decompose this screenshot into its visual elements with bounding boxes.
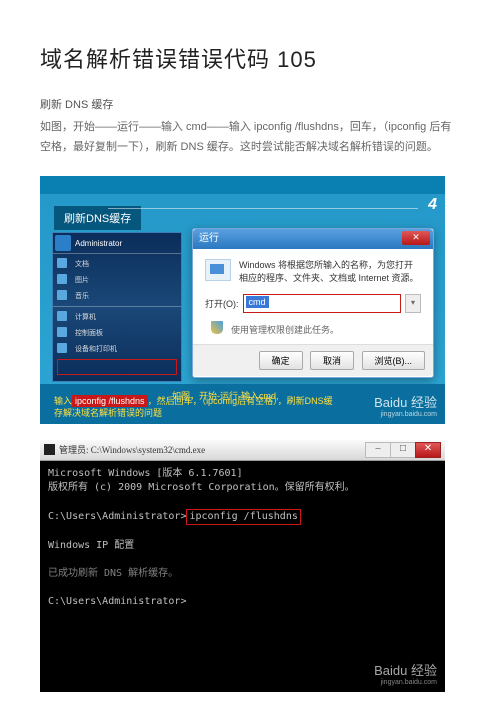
terminal-output: Microsoft Windows [版本 6.1.7601] 版权所有 (c)… <box>40 461 445 615</box>
dropdown-icon[interactable]: ▾ <box>405 294 421 313</box>
folder-icon <box>57 290 67 300</box>
folder-icon <box>57 274 67 284</box>
start-menu: Administrator 文档 图片 音乐 计算机 控制面板 设备和打印机 <box>52 232 182 382</box>
browse-button[interactable]: 浏览(B)... <box>362 351 426 370</box>
figure-caption-2: 输入ipconfig /flushdns，然后回车，（ipconfig后有空格）… <box>54 396 335 419</box>
start-menu-item: 文档 <box>53 256 181 272</box>
start-menu-item: 图片 <box>53 272 181 288</box>
close-button[interactable]: ✕ <box>402 231 430 245</box>
shield-icon <box>211 321 223 334</box>
cmd-highlight: ipconfig /flushdns <box>186 509 300 525</box>
start-menu-item: 音乐 <box>53 288 181 304</box>
section-subtitle: 刷新 DNS 缓存 <box>40 96 460 112</box>
figure-run-dialog: 刷新DNS缓存 4 Administrator 文档 图片 音乐 计算机 控制面… <box>40 176 445 424</box>
body-paragraph: 如图，开始——运行——输入 cmd——输入 ipconfig /flushdns… <box>40 118 460 158</box>
control-panel-icon <box>57 327 67 337</box>
cmd-title: 管理员: C:\Windows\system32\cmd.exe <box>59 443 205 456</box>
figure-header-bar <box>40 176 445 194</box>
cancel-button[interactable]: 取消 <box>310 351 354 370</box>
watermark: Baidu 经验 jingyan.baidu.com <box>374 660 437 686</box>
watermark: Baidu 经验 jingyan.baidu.com <box>374 392 437 418</box>
dialog-title-text: 运行 <box>199 233 219 244</box>
caption-highlight: ipconfig /flushdns <box>72 395 148 407</box>
avatar-icon <box>55 235 71 251</box>
minimize-button[interactable]: – <box>365 442 391 458</box>
start-menu-item: 设备和打印机 <box>53 341 181 357</box>
figure-cmd-window: 管理员: C:\Windows\system32\cmd.exe – □ ✕ M… <box>40 440 445 692</box>
page-title: 域名解析错误错误代码 105 <box>40 42 460 74</box>
computer-icon <box>57 311 67 321</box>
printer-icon <box>57 343 67 353</box>
step-number: 4 <box>428 196 437 214</box>
admin-hint: 使用管理权限创建此任务。 <box>193 319 433 344</box>
cmd-icon <box>44 444 55 455</box>
run-dialog: 运行 ✕ Windows 将根据您所输入的名称，为您打开相应的程序、文件夹、文档… <box>192 228 434 378</box>
ok-button[interactable]: 确定 <box>259 351 303 370</box>
open-input[interactable]: cmd <box>243 294 402 313</box>
cmd-titlebar: 管理员: C:\Windows\system32\cmd.exe – □ ✕ <box>40 440 445 461</box>
run-icon <box>205 259 231 281</box>
run-highlight <box>57 359 177 375</box>
open-input-value: cmd <box>246 296 269 308</box>
dialog-buttons: 确定 取消 浏览(B)... <box>193 344 433 376</box>
figure-tab-label: 刷新DNS缓存 <box>54 206 141 230</box>
dialog-titlebar: 运行 ✕ <box>193 229 433 249</box>
open-label: 打开(O): <box>205 297 239 310</box>
close-button[interactable]: ✕ <box>415 442 441 458</box>
dialog-description: Windows 将根据您所输入的名称，为您打开相应的程序、文件夹、文档或 Int… <box>239 259 421 286</box>
start-menu-item: 计算机 <box>53 309 181 325</box>
start-menu-user: Administrator <box>53 233 181 251</box>
maximize-button[interactable]: □ <box>390 442 416 458</box>
start-menu-item: 控制面板 <box>53 325 181 341</box>
folder-icon <box>57 258 67 268</box>
